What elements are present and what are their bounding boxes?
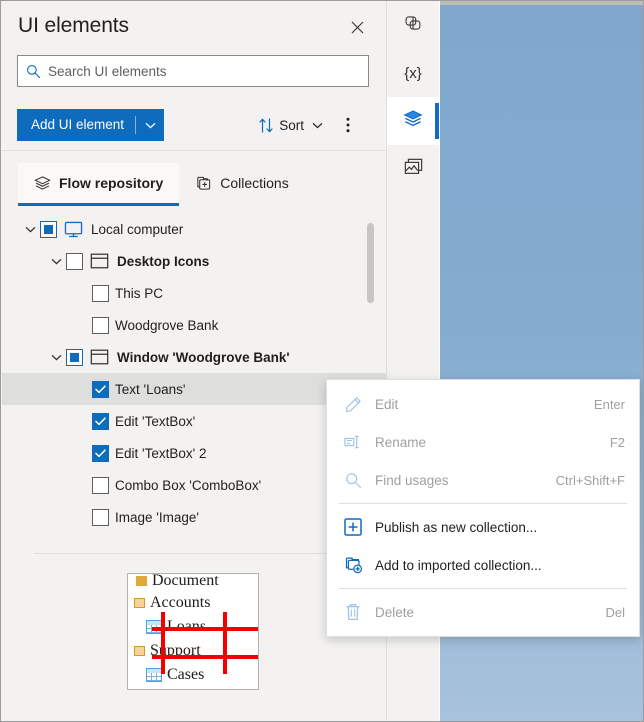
window-border: [0, 0, 644, 722]
